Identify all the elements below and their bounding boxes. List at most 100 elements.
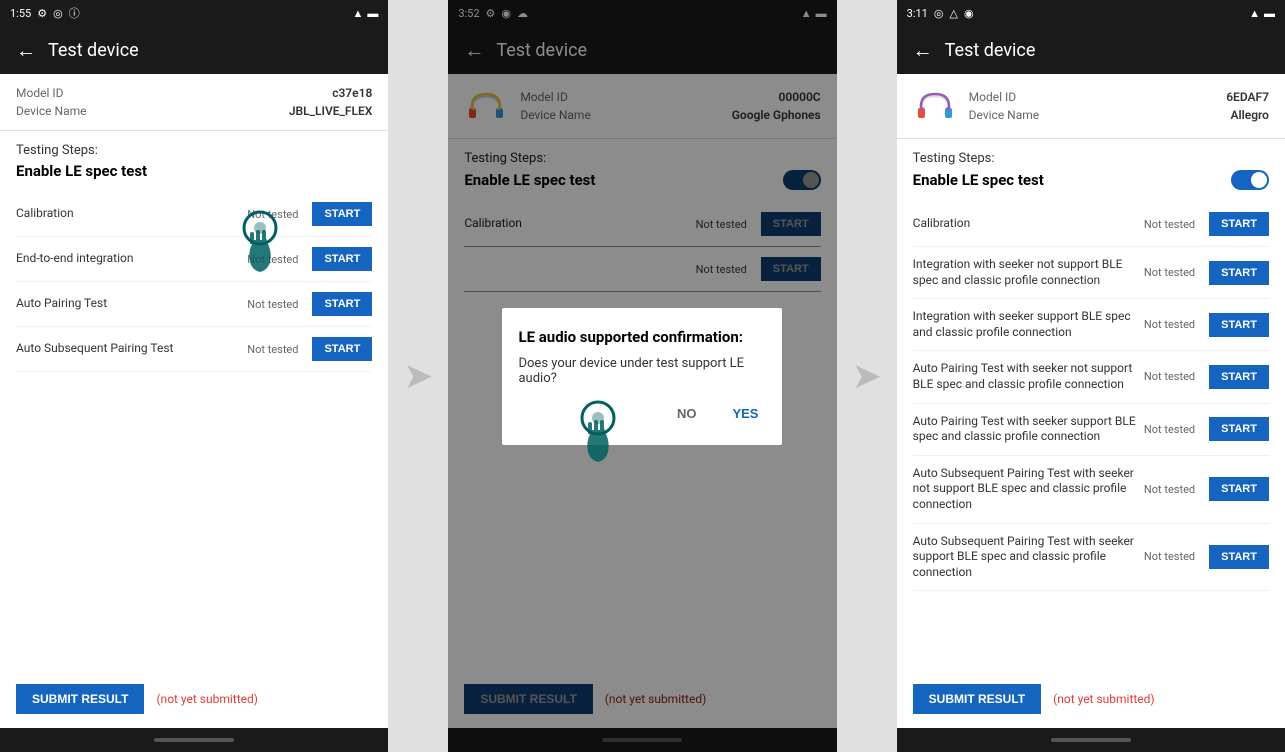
back-button-3[interactable]: ← [913,38,933,63]
arrow-2: ➤ [837,0,897,752]
modal-buttons: NO YES [518,402,766,425]
test-row-calibration-3: Calibration Not tested START [913,202,1269,247]
test-status-auto-pair-yes-3: Not tested [1144,423,1195,436]
test-status-subsequent-1: Not tested [247,343,298,356]
test-status-int-seeker-3: Not tested [1144,318,1195,331]
testing-steps-1: Testing Steps: Enable LE spec test [0,131,388,192]
arrow-icon-2: ➤ [852,355,882,397]
testing-label-1: Testing Steps: [16,143,372,158]
device-card-1: Model ID c37e18 Device Name JBL_LIVE_FLE… [0,74,388,131]
test-row-e2e-1: End-to-end integration Not tested START [16,237,372,282]
start-btn-int-seeker-3[interactable]: START [1209,313,1269,337]
time-3: 3:11 [907,7,928,20]
modal-no-button[interactable]: NO [669,402,705,425]
phone-2: 3:52 ⚙ ◉ ☁ ▲ ▬ ← Test device Model ID 00… [448,0,836,752]
app-bar-1: ← Test device [0,26,388,74]
start-btn-subsequent-1[interactable]: START [312,337,372,361]
home-bar-1 [154,738,234,742]
app-title-3: Test device [945,40,1036,61]
start-btn-auto-pair-yes-3[interactable]: START [1209,417,1269,441]
test-row-auto-pair-no-3: Auto Pairing Test with seeker not suppor… [913,351,1269,403]
testing-label-3: Testing Steps: [913,151,1269,166]
start-btn-sub-pair-yes-3[interactable]: START [1209,545,1269,569]
test-row-int-seeker-3: Integration with seeker support BLE spec… [913,299,1269,351]
model-id-row-1: Model ID c37e18 [16,84,372,102]
start-btn-calibration-3[interactable]: START [1209,212,1269,236]
status-bar-1: 1:55 ⚙ ◎ ⓘ ▲ ▬ [0,0,388,26]
device-name-row-1: Device Name JBL_LIVE_FLEX [16,102,372,120]
test-row-pairing-1: Auto Pairing Test Not tested START [16,282,372,327]
status-bar-3: 3:11 ◎ △ ◉ ▲ ▬ [897,0,1285,26]
circle-icon-3: ◎ [934,7,944,20]
back-button-1[interactable]: ← [16,38,36,63]
device-card-3: Model ID 6EDAF7 Device Name Allegro [897,74,1285,139]
test-name-auto-pair-no-3: Auto Pairing Test with seeker not suppor… [913,361,1136,392]
status-icons-3: ▲ ▬ [1249,7,1275,20]
test-name-pairing-1: Auto Pairing Test [16,296,239,312]
model-id-value-3: 6EDAF7 [1226,90,1269,104]
app-title-1: Test device [48,40,139,61]
submit-area-3: SUBMIT RESULT (not yet submitted) [897,670,1285,728]
device-name-value-1: JBL_LIVE_FLEX [289,104,372,118]
modal-overlay-2: LE audio supported confirmation: Does yo… [448,0,836,752]
submit-button-1[interactable]: SUBMIT RESULT [16,684,144,714]
status-time-3: 3:11 ◎ △ ◉ [907,7,974,20]
enable-le-3: Enable LE spec test [913,170,1269,190]
device-name-row-3: Device Name Allegro [969,106,1269,124]
wifi-icon-1: ▲ [352,7,363,20]
device-name-value-3: Allegro [1231,108,1269,122]
modal-body: Does your device under test support LE a… [518,356,766,386]
app-bar-3: ← Test device [897,26,1285,74]
model-id-row-3: Model ID 6EDAF7 [969,88,1269,106]
le-audio-modal: LE audio supported confirmation: Does yo… [502,308,782,445]
test-row-subsequent-1: Auto Subsequent Pairing Test Not tested … [16,327,372,372]
test-name-calibration-3: Calibration [913,216,1136,232]
cursor-hand-2 [568,400,628,474]
start-btn-e2e-1[interactable]: START [312,247,372,271]
submit-button-3[interactable]: SUBMIT RESULT [913,684,1041,714]
enable-le-title-1: Enable LE spec test [16,162,147,180]
test-status-calibration-3: Not tested [1144,218,1195,231]
modal-title: LE audio supported confirmation: [518,328,766,346]
test-list-1: Calibration Not tested START End-to-end … [0,192,388,670]
test-row-calibration-1: Calibration Not tested START [16,192,372,237]
device-info-3: Model ID 6EDAF7 Device Name Allegro [969,88,1269,124]
not-submitted-1: (not yet submitted) [156,692,258,706]
phone-content-1: Testing Steps: Enable LE spec test Calib… [0,131,388,728]
test-name-int-seeker-3: Integration with seeker support BLE spec… [913,309,1136,340]
test-list-3: Calibration Not tested START Integration… [897,202,1285,670]
test-status-calibration-1: Not tested [247,208,298,221]
arrow-icon-1: ➤ [403,355,433,397]
test-name-sub-pair-yes-3: Auto Subsequent Pairing Test with seeker… [913,534,1136,581]
enable-le-title-3: Enable LE spec test [913,171,1044,189]
test-row-sub-pair-no-3: Auto Subsequent Pairing Test with seeker… [913,456,1269,524]
battery-icon-3: ▬ [1264,7,1275,20]
time-1: 1:55 [10,7,31,20]
test-row-int-no-seeker-3: Integration with seeker not support BLE … [913,247,1269,299]
start-btn-int-no-seeker-3[interactable]: START [1209,261,1269,285]
test-status-int-no-seeker-3: Not tested [1144,266,1195,279]
test-name-auto-pair-yes-3: Auto Pairing Test with seeker support BL… [913,414,1136,445]
device-name-label-3: Device Name [969,108,1040,122]
test-name-e2e-1: End-to-end integration [16,251,239,267]
test-name-sub-pair-no-3: Auto Subsequent Pairing Test with seeker… [913,466,1136,513]
wifi-icon-3: ▲ [1249,7,1260,20]
start-btn-calibration-1[interactable]: START [312,202,372,226]
modal-yes-button[interactable]: YES [724,402,766,425]
start-btn-sub-pair-no-3[interactable]: START [1209,477,1269,501]
home-bar-3 [1051,738,1131,742]
test-status-e2e-1: Not tested [247,253,298,266]
triangle-icon-3: △ [949,7,957,20]
circle-icon-1: ◎ [53,7,63,20]
arrow-1: ➤ [388,0,448,752]
test-status-auto-pair-no-3: Not tested [1144,370,1195,383]
test-status-pairing-1: Not tested [247,298,298,311]
info-icon-1: ⓘ [69,5,80,21]
start-btn-auto-pair-no-3[interactable]: START [1209,365,1269,389]
model-id-label-3: Model ID [969,90,1016,104]
start-btn-pairing-1[interactable]: START [312,292,372,316]
enable-le-toggle-3[interactable] [1231,170,1269,190]
device-name-label-1: Device Name [16,104,87,118]
status-icons-1: ▲ ▬ [352,7,378,20]
test-name-int-no-seeker-3: Integration with seeker not support BLE … [913,257,1136,288]
